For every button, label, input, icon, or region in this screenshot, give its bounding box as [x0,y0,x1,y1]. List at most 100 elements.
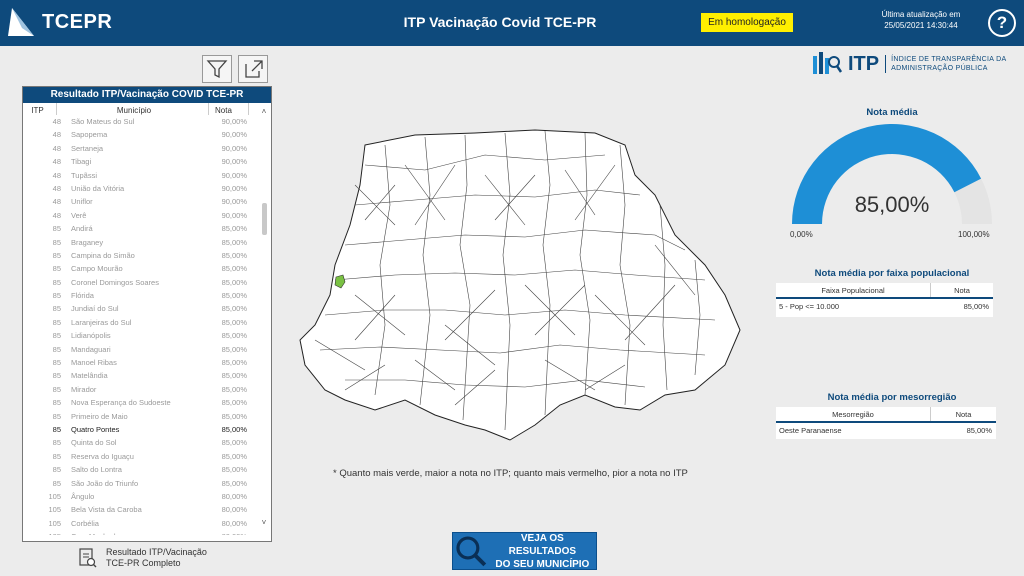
table-row[interactable]: 85 Reserva do Iguaçu 85,00% [23,449,271,464]
help-button[interactable]: ? [988,9,1016,37]
table-row[interactable]: 105Cruz Machado80,00% [23,530,271,535]
update-label: Última atualização em [881,10,961,19]
results-table-body: 48 São Mateus do Sul 90,00% 48 Sapopema 90,00… [23,115,271,535]
row-nota: 85,00% [221,371,247,381]
table-scrollbar[interactable]: ˄ ˅ [259,107,269,539]
table-row[interactable]: 48 Uniflor 90,00% [23,195,271,209]
table-row[interactable]: 85 Jundiaí do Sul 85,00% [23,302,271,316]
table-row[interactable]: 48 Sapopema 90,00% [23,128,271,142]
meso-nota-col[interactable]: Nota [931,407,996,421]
table-row[interactable]: 48 Tibagi 90,00% [23,155,271,169]
row-nota: 85,00% [221,331,247,341]
row-municipio: Mirador [71,384,97,394]
full-report-link[interactable]: Resultado ITP/Vacinação TCE-PR Completo [78,547,207,569]
row-itp: 85 [52,371,61,381]
table-row[interactable]: 48 São Mateus do Sul 90,00% [23,115,271,129]
row-itp: 85 [52,304,61,314]
faixa-col[interactable]: Faixa Populacional [776,283,931,297]
row-nota: 85,00% [221,384,247,394]
meso-row-value: 85,00% [966,426,992,435]
row-nota: 85,00% [221,237,247,247]
table-row[interactable]: 85 Braganey 85,00% [23,235,271,249]
update-value: 25/05/2021 14:30:44 [884,21,958,30]
row-itp: 48 [52,130,61,140]
scroll-down-icon[interactable]: ˅ [259,518,269,527]
view-results-button[interactable]: VEJA OS RESULTADOS DO SEU MUNICÍPIO [452,532,597,570]
row-municipio: Coronel Domingos Soares [71,277,159,287]
itp-text: ITP [848,52,880,75]
row-municipio: São Mateus do Sul [71,117,135,126]
meso-col[interactable]: Mesorregião [776,407,931,421]
table-row[interactable]: 85 Coronel Domingos Soares 85,00% [23,275,271,290]
table-row[interactable]: 85 Flórida 85,00% [23,289,271,303]
gauge-value: 85,00% [854,192,930,217]
table-row[interactable]: 105 Corbélia 80,00% [23,516,271,531]
row-nota: 90,00% [221,197,247,207]
row-nota: 90,00% [221,130,247,140]
last-update: Última atualização em 25/05/2021 14:30:4… [866,9,976,31]
table-row[interactable]: 48 Verê 90,00% [23,208,271,223]
table-row[interactable]: 48 Tupãssi 90,00% [23,168,271,182]
report-icon [79,548,97,568]
row-municipio: Andirá [71,224,93,234]
row-municipio: Sapopema [71,130,108,140]
row-municipio: Reserva do Iguaçu [71,451,134,461]
table-row[interactable]: 85 Nova Esperança do Sudoeste 85,00% [23,396,271,410]
search-icon [456,536,487,567]
table-row[interactable]: 85 Manoel Ribas 85,00% [23,356,271,370]
faixa-table: Faixa Populacional Nota 5 - Pop <= 10.00… [776,283,993,317]
table-row[interactable]: 85 Mandaguari 85,00% [23,342,271,357]
cta-line1: VEJA OS RESULTADOS [508,532,577,557]
row-municipio: Mandaguari [71,344,111,354]
expand-button[interactable] [238,55,268,83]
table-row[interactable]: 85 São João do Triunfo 85,00% [23,476,271,490]
row-itp: 85 [52,344,61,354]
table-row[interactable]: 85 Quinta do Sol 85,00% [23,436,271,450]
row-itp: 48 [52,183,61,193]
row-municipio: Jundiaí do Sul [71,304,119,314]
table-row[interactable]: 85 Salto do Lontra 85,00% [23,463,271,477]
row-itp: 85 [52,451,61,461]
row-municipio: Bela Vista da Caroba [71,505,142,515]
row-itp: 48 [52,143,61,153]
row-itp: 85 [52,317,61,327]
table-row[interactable]: 48 União da Vitória 90,00% [23,181,271,196]
row-itp: 48 [52,197,61,207]
row-nota: 90,00% [221,210,247,220]
table-row[interactable]: 85 Andirá 85,00% [23,222,271,236]
row-nota: 80,00% [221,518,247,528]
map-footnote: * Quanto mais verde, maior a nota no ITP… [333,468,688,479]
itp-logo: ITP ÍNDICE DE TRANSPARÊNCIA DA ADMINISTR… [810,50,1006,78]
table-row[interactable]: 105 Ângulo 80,00% [23,489,271,504]
scroll-thumb[interactable] [262,203,267,235]
row-itp: 85 [52,264,61,274]
row-nota: 85,00% [221,291,247,301]
row-municipio: Verê [71,210,87,220]
row-nota: 85,00% [221,344,247,354]
faixa-nota-col[interactable]: Nota [931,283,993,297]
table-row[interactable]: 85 Mirador 85,00% [23,382,271,397]
table-row[interactable]: 85 Lidianópolis 85,00% [23,329,271,343]
parana-map[interactable] [295,125,745,445]
row-municipio: Campina do Simão [71,250,135,260]
table-row[interactable]: 85 Laranjeiras do Sul 85,00% [23,315,271,330]
report-link-line2: TCE-PR Completo [106,558,181,568]
filter-icon [206,60,228,79]
table-row[interactable]: 85 Matelândia 85,00% [23,369,271,383]
table-row[interactable]: 85 Quatro Pontes 85,00% [23,422,271,437]
scroll-up-icon[interactable]: ˄ [259,107,269,116]
filter-button[interactable] [202,55,232,83]
table-row[interactable]: 105 Bela Vista da Caroba 80,00% [23,503,271,517]
row-itp: 85 [52,384,61,394]
row-itp: 105 [48,518,61,528]
table-row[interactable]: 48 Sertaneja 90,00% [23,141,271,156]
table-row[interactable]: 85 Campo Mourão 85,00% [23,262,271,276]
row-municipio: Sertaneja [71,143,104,153]
table-row[interactable]: 85 Campina do Simão 85,00% [23,248,271,263]
itp-logo-icon [813,52,843,74]
gauge-max: 100,00% [958,230,990,239]
table-row[interactable]: 85 Primeiro de Maio 85,00% [23,409,271,423]
row-itp: 85 [52,438,61,448]
results-table: Resultado ITP/Vacinação COVID TCE-PR ITP… [22,86,272,542]
row-nota: 85,00% [221,411,247,421]
